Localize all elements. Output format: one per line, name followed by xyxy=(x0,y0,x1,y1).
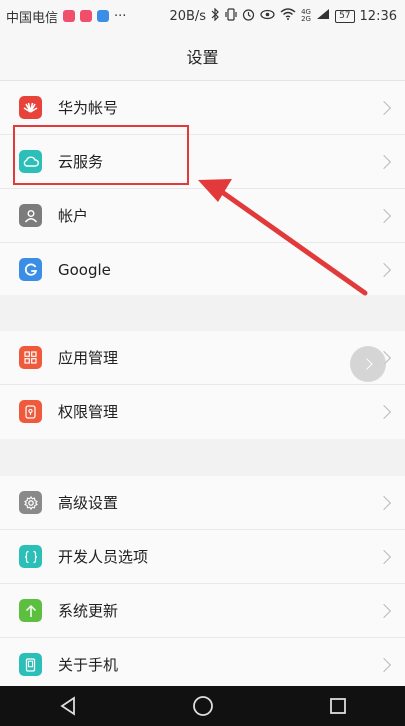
settings-group-apps: 应用管理 权限管理 xyxy=(0,331,405,439)
settings-item-permissions[interactable]: 权限管理 xyxy=(0,385,405,438)
phone-icon xyxy=(19,653,42,676)
music-app-icon xyxy=(63,10,76,22)
chevron-right-icon xyxy=(360,358,373,370)
chevron-right-icon xyxy=(376,603,392,618)
notes-app-icon xyxy=(80,10,93,22)
vibrate-icon xyxy=(225,7,237,25)
settings-item-label: 应用管理 xyxy=(58,349,119,367)
chevron-right-icon xyxy=(376,262,392,277)
eye-comfort-icon xyxy=(260,9,275,24)
settings-item-label: 华为帐号 xyxy=(58,99,119,117)
settings-item-app-management[interactable]: 应用管理 xyxy=(0,331,405,385)
update-icon xyxy=(19,599,42,622)
alarm-icon xyxy=(242,8,255,25)
net-speed: 20B/s xyxy=(169,8,207,24)
network-type: 4G 2G xyxy=(301,8,311,23)
chevron-right-icon xyxy=(376,495,392,510)
google-icon xyxy=(19,258,42,281)
huawei-icon xyxy=(19,96,42,119)
recents-button[interactable] xyxy=(318,691,358,721)
braces-icon xyxy=(19,545,42,568)
settings-item-label: 系统更新 xyxy=(58,602,119,620)
sports-app-icon xyxy=(97,10,110,22)
navigation-bar xyxy=(0,686,405,726)
chevron-right-icon xyxy=(376,404,392,419)
carrier-label: 中国电信 xyxy=(6,10,59,26)
settings-group-accounts: 华为帐号 云服务 帐户 Google xyxy=(0,81,405,295)
floating-dock-button[interactable] xyxy=(350,346,386,382)
settings-item-label: 权限管理 xyxy=(58,403,119,421)
settings-group-system: 高级设置 开发人员选项 系统更新 关于手机 xyxy=(0,476,405,686)
settings-item-developer-options[interactable]: 开发人员选项 xyxy=(0,530,405,584)
chevron-right-icon xyxy=(376,154,392,169)
settings-item-advanced[interactable]: 高级设置 xyxy=(0,476,405,530)
settings-item-label: 帐户 xyxy=(58,207,89,225)
home-button[interactable] xyxy=(183,691,223,721)
gear-icon xyxy=(19,491,42,514)
battery-icon: 57 xyxy=(335,9,355,23)
page-header: 设置 xyxy=(0,32,405,81)
back-button[interactable] xyxy=(48,691,88,721)
settings-item-about-phone[interactable]: 关于手机 xyxy=(0,638,405,691)
more-notifications-icon: ··· xyxy=(114,8,127,24)
settings-item-accounts[interactable]: 帐户 xyxy=(0,189,405,243)
settings-item-label: Google xyxy=(58,260,111,279)
wifi-icon xyxy=(280,8,296,24)
shield-icon xyxy=(19,400,42,423)
settings-item-label: 高级设置 xyxy=(58,494,119,512)
settings-item-google[interactable]: Google xyxy=(0,243,405,296)
chevron-right-icon xyxy=(376,208,392,223)
grid-icon xyxy=(19,346,42,369)
settings-item-label: 关于手机 xyxy=(58,656,119,674)
page-title: 设置 xyxy=(186,48,219,67)
clock: 12:36 xyxy=(359,8,397,24)
person-icon xyxy=(19,204,42,227)
settings-item-label: 开发人员选项 xyxy=(58,548,149,566)
chevron-right-icon xyxy=(376,657,392,672)
chevron-right-icon xyxy=(376,100,392,115)
highlight-box xyxy=(13,125,189,185)
bluetooth-icon xyxy=(211,7,220,25)
status-bar: 中国电信 ··· 20B/s 4G 2G 57 12:36 xyxy=(0,0,405,32)
settings-item-system-update[interactable]: 系统更新 xyxy=(0,584,405,638)
signal-icon xyxy=(316,8,330,24)
chevron-right-icon xyxy=(376,549,392,564)
